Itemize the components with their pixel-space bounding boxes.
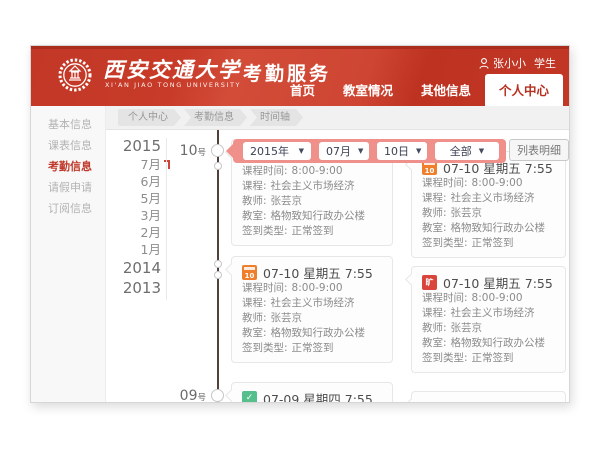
- scale-month-3[interactable]: 3月: [106, 207, 161, 224]
- day-marker-09: 09号: [164, 388, 206, 402]
- scale-divider: [166, 138, 167, 300]
- attendance-card[interactable]: 10 07-10 星期五 7:55 课程时间:8:00-9:00 课程:社会主义…: [411, 151, 566, 258]
- type-dropdown[interactable]: 全部▼: [435, 142, 499, 160]
- attendance-card[interactable]: [411, 391, 566, 402]
- day-dropdown[interactable]: 10日▼: [377, 142, 427, 160]
- app-header: 西安交通大学 XI'AN JIAO TONG UNIVERSITY 考勤服务 张…: [31, 46, 569, 106]
- university-name-cn: 西安交通大学: [103, 54, 241, 84]
- user-role: 学生: [534, 55, 556, 71]
- card-title: 07-10 星期五 7:55: [443, 273, 553, 292]
- red-stamp-icon: 旷: [422, 275, 437, 290]
- scale-year-2013[interactable]: 2013: [106, 278, 161, 298]
- chevron-down-icon: ▼: [479, 147, 484, 155]
- timeline-dot-large: [211, 144, 224, 157]
- orange-calendar-icon: 10: [242, 265, 257, 280]
- current-month-marker: [164, 160, 170, 169]
- nav-personal-center[interactable]: 个人中心: [485, 74, 563, 106]
- scale-month-5[interactable]: 5月: [106, 190, 161, 207]
- page-background: 西安交通大学 XI'AN JIAO TONG UNIVERSITY 考勤服务 张…: [0, 0, 600, 450]
- university-seal-icon: [57, 57, 93, 93]
- attendance-card[interactable]: 旷 07-10 星期五 7:55 课程时间:8:00-9:00 课程:社会主义市…: [411, 266, 566, 373]
- attendance-card[interactable]: ✓ 07-09 星期四 7:55: [231, 382, 393, 402]
- card-title: 07-09 星期四 7:55: [263, 389, 373, 403]
- attendance-card[interactable]: 10 07-10 星期五 7:55 课程时间:8:00-9:00 课程:社会主义…: [231, 256, 393, 363]
- scale-month-7[interactable]: 7月: [106, 156, 161, 173]
- header-top-stripe: [31, 46, 569, 49]
- scale-month-6[interactable]: 6月: [106, 173, 161, 190]
- sidebar-item-leave-request[interactable]: 请假申请: [31, 177, 105, 198]
- timeline-content: 2015 7月 6月 5月 3月 2月 1月 2014 2013 10号 09号…: [106, 130, 569, 402]
- day-marker-10: 10号: [164, 143, 206, 159]
- month-dropdown[interactable]: 07月▼: [319, 142, 369, 160]
- app-window: 西安交通大学 XI'AN JIAO TONG UNIVERSITY 考勤服务 张…: [30, 45, 570, 403]
- nav-home[interactable]: 首页: [276, 74, 329, 106]
- list-detail-button[interactable]: 列表明细: [509, 139, 569, 161]
- scale-year-2014[interactable]: 2014: [106, 258, 161, 278]
- scale-year-2015[interactable]: 2015: [106, 136, 161, 156]
- green-check-icon: ✓: [242, 391, 257, 403]
- breadcrumb-timeline[interactable]: 时间轴: [250, 109, 303, 126]
- breadcrumb-personal-center[interactable]: 个人中心: [118, 109, 181, 126]
- user-name: 张小小: [493, 55, 526, 71]
- breadcrumb-attendance-info[interactable]: 考勤信息: [184, 109, 247, 126]
- nav-other-info[interactable]: 其他信息: [407, 74, 485, 106]
- chevron-down-icon: ▼: [299, 147, 304, 155]
- scale-month-2[interactable]: 2月: [106, 224, 161, 241]
- sidebar-item-basic-info[interactable]: 基本信息: [31, 114, 105, 135]
- nav-classrooms[interactable]: 教室情况: [329, 74, 407, 106]
- sidebar: 基本信息 课表信息 考勤信息 请假申请 订阅信息: [31, 106, 106, 402]
- card-title: 07-10 星期五 7:55: [263, 263, 373, 282]
- user-info[interactable]: 张小小 学生: [479, 55, 556, 71]
- university-name-en: XI'AN JIAO TONG UNIVERSITY: [105, 81, 241, 89]
- sidebar-item-schedule-info[interactable]: 课表信息: [31, 135, 105, 156]
- timeline-dot-small: [214, 162, 222, 170]
- sidebar-item-subscription-info[interactable]: 订阅信息: [31, 198, 105, 219]
- timeline-dot-small: [214, 260, 222, 268]
- filter-bar: 2015年▼ 07月▼ 10日▼ 全部▼: [233, 139, 506, 163]
- breadcrumb: 个人中心 考勤信息 时间轴: [106, 106, 569, 130]
- person-icon: [479, 58, 489, 69]
- sidebar-item-attendance-info[interactable]: 考勤信息: [31, 156, 105, 177]
- chevron-down-icon: ▼: [358, 147, 363, 155]
- year-dropdown[interactable]: 2015年▼: [243, 142, 311, 160]
- timeline-dot-large: [211, 389, 224, 402]
- timeline-scale: 2015 7月 6月 5月 3月 2月 1月 2014 2013: [106, 136, 161, 298]
- scale-month-1[interactable]: 1月: [106, 241, 161, 258]
- main-nav: 首页 教室情况 其他信息 个人中心: [276, 74, 563, 106]
- chevron-down-icon: ▼: [416, 147, 421, 155]
- timeline-dot-small: [214, 271, 222, 279]
